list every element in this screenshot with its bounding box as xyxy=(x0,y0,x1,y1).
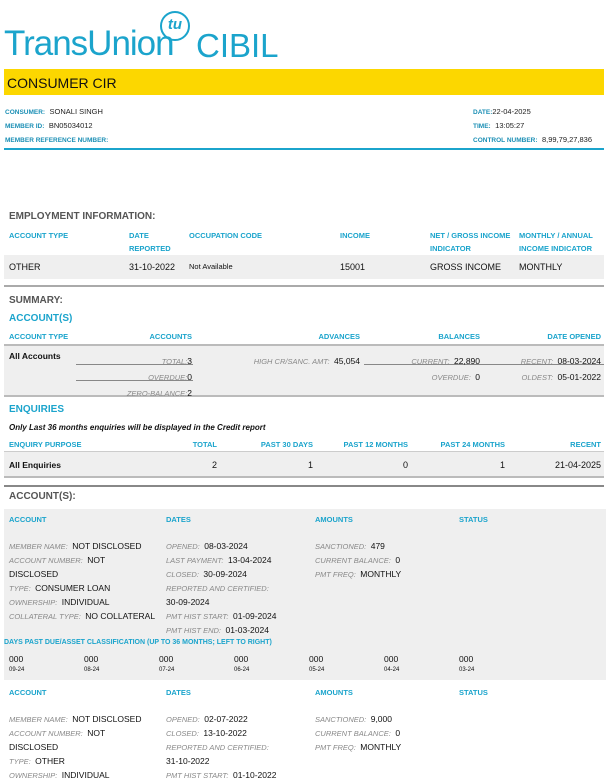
account-field-account: COLLATERAL TYPE: NO COLLATERAL xyxy=(9,606,155,624)
field-label: COLLATERAL TYPE: xyxy=(9,612,81,621)
sum-header: DATE OPENED xyxy=(547,332,601,341)
enq-cell: All Enquiries xyxy=(9,460,61,470)
field-value: MONTHLY xyxy=(360,742,402,752)
sum-header: BALANCES xyxy=(438,332,480,341)
cibil-logo: CIBIL xyxy=(196,27,279,64)
dpd-value: 000 xyxy=(459,654,474,664)
member-ref-info: MEMBER REFERENCE NUMBER: xyxy=(5,137,109,144)
report-title: CONSUMER CIR xyxy=(7,75,117,91)
field-label: PMT HIST START: xyxy=(166,771,229,780)
field-label: OWNERSHIP: xyxy=(9,771,58,780)
employment-row xyxy=(4,255,604,279)
dpd-month: 08-24 xyxy=(84,667,100,673)
account-header: ACCOUNT xyxy=(9,688,47,697)
transunion-logo: TransUnion xyxy=(4,24,175,63)
field-value: MONTHLY xyxy=(360,569,402,579)
summary-title: SUMMARY: xyxy=(9,295,63,306)
dpd-value: 000 xyxy=(159,654,174,664)
account-header: STATUS xyxy=(459,515,488,524)
account-header: AMOUNTS xyxy=(315,515,353,524)
enquiries-title: ENQUIRIES xyxy=(9,404,65,415)
employment-title: EMPLOYMENT INFORMATION: xyxy=(9,211,156,222)
account-field-account: OWNERSHIP: INDIVIDUAL xyxy=(9,765,110,783)
account-header: STATUS xyxy=(459,688,488,697)
sum-header: ACCOUNTS xyxy=(149,332,193,341)
emp-header: OCCUPATION CODE xyxy=(189,231,263,240)
summary-accounts-title: ACCOUNT(S) xyxy=(9,313,73,324)
emp-cell: MONTHLY xyxy=(519,262,563,272)
emp-header: ACCOUNT TYPE xyxy=(9,231,69,240)
dpd-month: 03-24 xyxy=(459,667,475,673)
emp-cell: 31-10-2022 xyxy=(129,262,176,272)
field-value: NOT xyxy=(87,555,106,565)
field-label: PMT FREQ: xyxy=(315,743,356,752)
account-field-dates: PMT HIST START: 01-10-2022 xyxy=(166,765,276,783)
sum-header: ADVANCES xyxy=(318,332,360,341)
field-label: PMT HIST END: xyxy=(166,626,222,635)
enq-cell: 1 xyxy=(307,460,313,470)
dpd-month: 07-24 xyxy=(159,667,175,673)
emp-header: NET / GROSS INCOME INDICATOR xyxy=(430,231,511,253)
sum-oldest: OLDEST: 05-01-2022 xyxy=(521,372,601,382)
all-accounts-label: All Accounts xyxy=(9,351,61,361)
account-field-amounts: PMT FREQ: MONTHLY xyxy=(315,564,401,582)
sum-zero-balance: ZERO-BALANCE:2 xyxy=(126,388,192,398)
enq-header: PAST 12 MONTHS xyxy=(343,440,408,449)
account-header: DATES xyxy=(166,688,191,697)
account-header: AMOUNTS xyxy=(315,688,353,697)
dpd-value: 000 xyxy=(384,654,399,664)
tu-mark-icon: tu xyxy=(160,11,190,41)
divider xyxy=(4,285,604,287)
dpd-month: 06-24 xyxy=(234,667,250,673)
enq-header: RECENT xyxy=(570,440,601,449)
field-value: 01-10-2022 xyxy=(232,770,277,780)
emp-cell: OTHER xyxy=(9,262,41,272)
emp-cell: 15001 xyxy=(340,262,366,272)
enq-cell: 0 xyxy=(402,460,408,470)
accounts-title: ACCOUNT(S): xyxy=(9,491,76,502)
emp-header: DATE REPORTED xyxy=(129,231,171,253)
emp-header: INCOME xyxy=(340,231,370,240)
emp-cell: Not Available xyxy=(189,262,233,271)
control-info: CONTROL NUMBER: 8,99,79,27,836 xyxy=(473,135,593,144)
sum-header: ACCOUNT TYPE xyxy=(9,332,69,341)
header-divider xyxy=(4,148,604,150)
dpd-month: 04-24 xyxy=(384,667,400,673)
sum-high-credit: HIGH CR/SANC. AMT: 45,054 xyxy=(253,356,360,366)
dpd-month: 05-24 xyxy=(309,667,325,673)
dpd-value: 000 xyxy=(9,654,24,664)
field-value: 01-03-2024 xyxy=(225,625,269,635)
field-value: INDIVIDUAL xyxy=(61,770,110,780)
enq-header: ENQUIRY PURPOSE xyxy=(9,440,82,449)
dpd-value: 000 xyxy=(309,654,324,664)
account-field-amounts: PMT FREQ: MONTHLY xyxy=(315,737,401,755)
enq-cell: 1 xyxy=(499,460,505,470)
dpd-value: 000 xyxy=(234,654,249,664)
dpd-value: 000 xyxy=(84,654,99,664)
dpd-month: 09-24 xyxy=(9,667,25,673)
enquiries-note: Only Last 36 months enquiries will be di… xyxy=(9,423,266,432)
enq-cell: 21-04-2025 xyxy=(554,460,601,470)
divider xyxy=(4,485,604,487)
account-header: DATES xyxy=(166,515,191,524)
enq-cell: 2 xyxy=(211,460,217,470)
field-value: NOT xyxy=(87,728,106,738)
field-label: PMT FREQ: xyxy=(315,570,356,579)
field-value: NO COLLATERAL xyxy=(85,611,156,621)
sum-bal-overdue: OVERDUE: 0 xyxy=(431,372,480,382)
account-header: ACCOUNT xyxy=(9,515,47,524)
emp-header: MONTHLY / ANNUAL INCOME INDICATOR xyxy=(519,231,593,253)
emp-cell: GROSS INCOME xyxy=(430,262,502,272)
enq-header: PAST 30 DAYS xyxy=(260,440,313,449)
account-field-dates: PMT HIST END: 01-03-2024 xyxy=(166,620,269,638)
enq-header: PAST 24 MONTHS xyxy=(440,440,505,449)
enq-header: TOTAL xyxy=(192,440,217,449)
